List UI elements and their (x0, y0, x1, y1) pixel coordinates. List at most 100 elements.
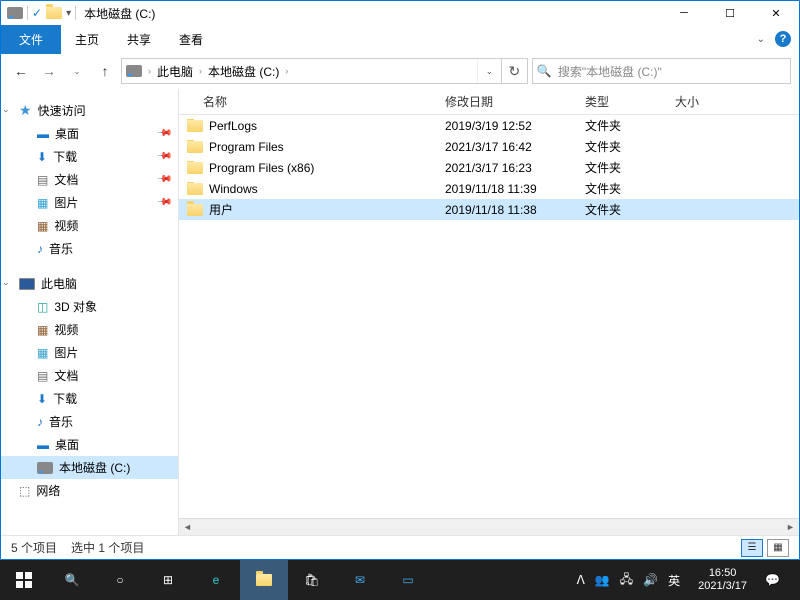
nav-downloads2[interactable]: ⬇下载 (1, 387, 178, 410)
nav-documents2[interactable]: ▤文档 (1, 364, 178, 387)
col-name[interactable]: 名称 (179, 93, 439, 110)
tab-share[interactable]: 共享 (113, 25, 165, 54)
nav-this-pc[interactable]: ›此电脑 (1, 272, 178, 295)
file-list[interactable]: PerfLogs2019/3/19 12:52文件夹Program Files2… (179, 115, 799, 518)
clock-date: 2021/3/17 (698, 580, 747, 593)
file-name: Windows (209, 182, 258, 196)
tray-expand-icon[interactable]: ᐱ (577, 573, 585, 587)
column-headers: 名称 修改日期 类型 大小 (179, 89, 799, 115)
edge-button[interactable]: e (192, 560, 240, 600)
nav-videos2[interactable]: ▦视频 (1, 318, 178, 341)
refresh-button[interactable]: ↻ (501, 59, 527, 83)
up-button[interactable]: ↑ (93, 59, 117, 83)
pin-icon: 📌 (155, 194, 172, 211)
qat-dropdown[interactable]: ▾ (66, 8, 71, 19)
mail-button[interactable]: ✉ (336, 560, 384, 600)
ime-indicator[interactable]: 英 (668, 572, 680, 589)
explorer-button[interactable] (240, 560, 288, 600)
volume-icon[interactable]: 🔊 (643, 573, 658, 587)
people-icon[interactable]: 👥 (595, 573, 610, 587)
back-button[interactable]: ← (9, 59, 33, 83)
status-item-count: 5 个项目 (11, 539, 57, 556)
file-row[interactable]: Windows2019/11/18 11:39文件夹 (179, 178, 799, 199)
file-date: 2019/3/19 12:52 (439, 119, 579, 133)
address-bar[interactable]: › 此电脑 › 本地磁盘 (C:) › ⌄ ↻ (121, 58, 528, 84)
file-row[interactable]: 用户2019/11/18 11:38文件夹 (179, 199, 799, 220)
navigation-row: ← → ⌄ ↑ › 此电脑 › 本地磁盘 (C:) › ⌄ ↻ 🔍 搜索"本地磁… (1, 53, 799, 89)
forward-button[interactable]: → (37, 59, 61, 83)
help-icon[interactable]: ? (775, 31, 791, 47)
nav-music[interactable]: ♪音乐 (1, 237, 178, 260)
minimize-button[interactable]: ─ (661, 1, 707, 25)
nav-quick-access[interactable]: ›★快速访问 (1, 99, 178, 122)
task-view-button[interactable]: ⊞ (144, 560, 192, 600)
details-view-button[interactable]: ☰ (741, 539, 763, 557)
scroll-left-icon[interactable]: ◄ (179, 522, 196, 532)
window-title: 本地磁盘 (C:) (76, 5, 661, 22)
chevron-right-icon[interactable]: › (197, 66, 204, 76)
start-button[interactable] (0, 560, 48, 600)
nav-videos[interactable]: ▦视频 (1, 214, 178, 237)
col-date[interactable]: 修改日期 (439, 93, 579, 110)
status-bar: 5 个项目 选中 1 个项目 ☰ ▦ (1, 535, 799, 559)
nav-desktop2[interactable]: ▬桌面 (1, 433, 178, 456)
titlebar[interactable]: ✓ ▾ 本地磁盘 (C:) ─ ☐ ✕ (1, 1, 799, 25)
ribbon-tabs: 文件 主页 共享 查看 ⌄ ? (1, 25, 799, 53)
nav-local-disk[interactable]: 本地磁盘 (C:) (1, 456, 178, 479)
nav-network[interactable]: ⬚网络 (1, 479, 178, 502)
folder-icon (187, 183, 203, 195)
file-type: 文件夹 (579, 138, 669, 155)
tab-file[interactable]: 文件 (1, 25, 61, 54)
nav-pictures[interactable]: ▦图片📌 (1, 191, 178, 214)
video-icon: ▦ (37, 219, 48, 233)
search-button[interactable]: 🔍 (48, 560, 96, 600)
chevron-right-icon[interactable]: › (283, 66, 290, 76)
cortana-button[interactable]: ○ (96, 560, 144, 600)
chevron-down-icon[interactable]: › (2, 109, 12, 112)
search-icon: 🔍 (537, 64, 552, 78)
app-button[interactable]: ▭ (384, 560, 432, 600)
nav-music2[interactable]: ♪音乐 (1, 410, 178, 433)
download-icon: ⬇ (37, 150, 47, 164)
clock-time: 16:50 (709, 567, 737, 580)
action-center-icon[interactable]: 💬 (765, 573, 780, 587)
close-button[interactable]: ✕ (753, 1, 799, 25)
tab-home[interactable]: 主页 (61, 25, 113, 54)
chevron-right-icon[interactable]: › (146, 66, 153, 76)
tab-view[interactable]: 查看 (165, 25, 217, 54)
recent-dropdown[interactable]: ⌄ (65, 59, 89, 83)
nav-pictures2[interactable]: ▦图片 (1, 341, 178, 364)
music-icon: ♪ (37, 415, 43, 429)
maximize-button[interactable]: ☐ (707, 1, 753, 25)
horizontal-scrollbar[interactable]: ◄ ► (179, 518, 799, 535)
nav-downloads[interactable]: ⬇下载📌 (1, 145, 178, 168)
file-explorer-window: ✓ ▾ 本地磁盘 (C:) ─ ☐ ✕ 文件 主页 共享 查看 ⌄ ? ← → … (0, 0, 800, 560)
folder-icon (256, 574, 272, 586)
address-dropdown[interactable]: ⌄ (477, 59, 501, 83)
taskbar[interactable]: 🔍 ○ ⊞ e 🛍 ✉ ▭ ᐱ 👥 🖧 🔊 英 16:50 2021/3/17 … (0, 560, 800, 600)
nav-documents[interactable]: ▤文档📌 (1, 168, 178, 191)
pictures-icon: ▦ (37, 346, 48, 360)
file-name: Program Files (209, 140, 284, 154)
expand-ribbon-icon[interactable]: ⌄ (757, 34, 765, 45)
file-row[interactable]: Program Files2021/3/17 16:42文件夹 (179, 136, 799, 157)
clock[interactable]: 16:50 2021/3/17 (690, 567, 755, 593)
nav-desktop[interactable]: ▬桌面📌 (1, 122, 178, 145)
nav-3d-objects[interactable]: ◫3D 对象 (1, 295, 178, 318)
file-row[interactable]: Program Files (x86)2021/3/17 16:23文件夹 (179, 157, 799, 178)
music-icon: ♪ (37, 242, 43, 256)
icons-view-button[interactable]: ▦ (767, 539, 789, 557)
scroll-right-icon[interactable]: ► (782, 522, 799, 532)
search-input[interactable]: 🔍 搜索"本地磁盘 (C:)" (532, 58, 791, 84)
chevron-down-icon[interactable]: › (2, 282, 12, 285)
navigation-pane[interactable]: ›★快速访问 ▬桌面📌 ⬇下载📌 ▤文档📌 ▦图片📌 ▦视频 ♪音乐 ›此电脑 … (1, 89, 179, 535)
col-type[interactable]: 类型 (579, 93, 669, 110)
file-row[interactable]: PerfLogs2019/3/19 12:52文件夹 (179, 115, 799, 136)
breadcrumb-drive[interactable]: 本地磁盘 (C:) (204, 59, 283, 83)
folder-icon (187, 204, 203, 216)
store-button[interactable]: 🛍 (288, 560, 336, 600)
breadcrumb-pc[interactable]: 此电脑 (153, 59, 197, 83)
check-icon[interactable]: ✓ (32, 6, 42, 20)
network-icon[interactable]: 🖧 (620, 570, 633, 591)
col-size[interactable]: 大小 (669, 93, 799, 110)
